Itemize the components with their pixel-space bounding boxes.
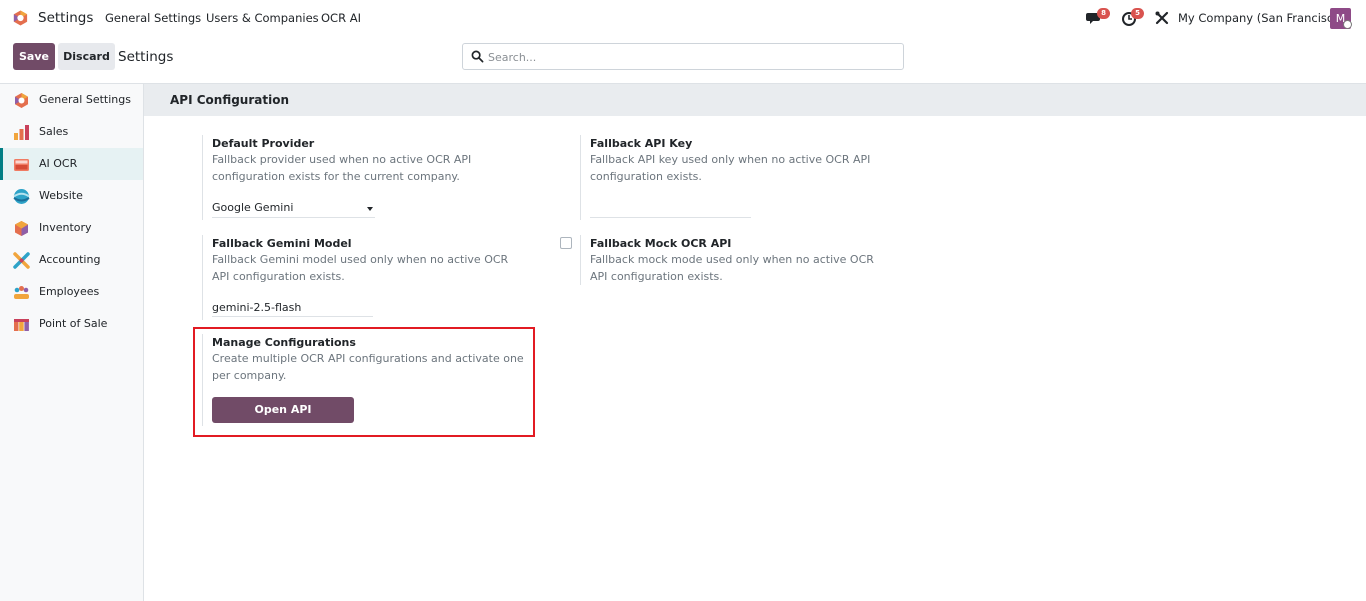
section-title: API Configuration [170,93,289,107]
sidebar-item-point-of-sale[interactable]: Point of Sale [0,308,143,340]
discard-button[interactable]: Discard [58,43,115,70]
website-app-icon [13,189,30,204]
odoo-logo-icon[interactable] [12,9,29,27]
pos-app-icon [14,319,29,331]
section-header: API Configuration [144,84,1366,116]
fallback-gemini-model-desc: Fallback Gemini model used only when no … [212,253,509,283]
default-provider-desc: Fallback provider used when no active OC… [212,153,472,183]
accounting-app-icon [13,252,30,269]
presence-status-icon [1343,20,1352,29]
settings-sidebar: General Settings Sales AI OCR Website In… [0,84,144,601]
fallback-api-key-desc: Fallback API key used only when no activ… [590,153,871,183]
settings-app-icon [15,93,28,108]
setting-divider [202,235,203,320]
setting-divider [202,135,203,220]
sidebar-item-label: Point of Sale [39,317,108,330]
default-provider-title: Default Provider [212,137,315,150]
sidebar-item-website[interactable]: Website [0,180,143,212]
ocr-app-icon [14,159,29,171]
fallback-api-key-underline [590,217,751,218]
menu-users-companies[interactable]: Users & Companies [206,11,319,25]
sidebar-item-general-settings[interactable]: General Settings [0,84,143,116]
fallback-gemini-model-underline [212,316,373,317]
sales-app-icon [14,125,29,140]
sidebar-item-label: Accounting [39,253,101,266]
highlight-box [193,327,535,437]
fallback-api-key-title: Fallback API Key [590,137,693,150]
fallback-gemini-model-title: Fallback Gemini Model [212,237,352,250]
chevron-down-icon[interactable] [367,207,373,211]
fallback-gemini-model-input[interactable]: gemini-2.5-flash [212,301,301,314]
sidebar-item-ai-ocr[interactable]: AI OCR [0,148,143,180]
activities-badge: 5 [1131,8,1144,19]
search-box[interactable] [462,43,904,70]
sidebar-item-employees[interactable]: Employees [0,276,143,308]
setting-divider [580,235,581,285]
default-provider-underline [212,217,375,218]
inventory-app-icon [15,221,28,236]
sidebar-item-label: Employees [39,285,100,298]
menu-general-settings[interactable]: General Settings [105,11,201,25]
sidebar-item-label: Website [39,189,83,202]
fallback-mock-title: Fallback Mock OCR API [590,237,732,250]
fallback-mock-checkbox[interactable] [560,237,572,249]
sidebar-item-label: Sales [39,125,69,138]
default-provider-select[interactable]: Google Gemini [212,201,293,214]
employees-app-icon [14,286,29,299]
company-switcher[interactable]: My Company (San Francisco) [1178,11,1345,25]
search-input[interactable] [488,48,888,66]
search-icon [471,50,484,63]
sidebar-item-inventory[interactable]: Inventory [0,212,143,244]
top-navbar: Settings General Settings Users & Compan… [0,0,1366,36]
setting-divider [580,135,581,220]
app-title[interactable]: Settings [38,10,93,26]
tools-icon[interactable] [1153,9,1171,27]
save-button[interactable]: Save [13,43,55,70]
breadcrumb: Settings [118,49,174,65]
sidebar-item-label: Inventory [39,221,92,234]
sidebar-item-label: General Settings [39,93,131,106]
messages-badge: 8 [1097,8,1110,19]
fallback-mock-desc: Fallback mock mode used only when no act… [590,253,874,283]
sidebar-item-sales[interactable]: Sales [0,116,143,148]
sidebar-item-label: AI OCR [39,157,78,170]
sidebar-item-accounting[interactable]: Accounting [0,244,143,276]
menu-ocr-ai[interactable]: OCR AI [321,11,361,25]
